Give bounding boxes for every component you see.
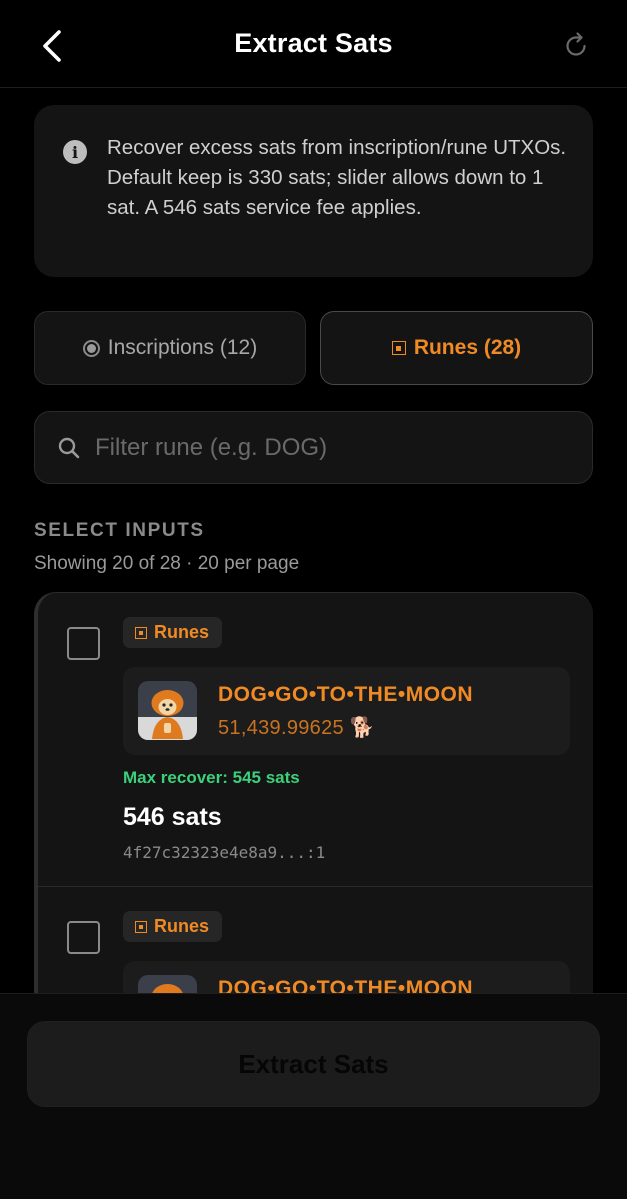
pagination-info: Showing 20 of 28 · 20 per page — [34, 553, 300, 574]
rune-icon — [391, 341, 406, 355]
info-text: Recover excess sats from inscription/run… — [107, 136, 567, 219]
asset-card: DOG•GO•TO•THE•MOON 51,439.99625 🐕 — [123, 667, 570, 755]
rune-name: DOG•GO•TO•THE•MOON — [218, 683, 474, 706]
input-list: Runes DOG•GO•TO•THE•MOON 51,439.99625 🐕 … — [34, 592, 593, 993]
tab-inscriptions[interactable]: Inscriptions (12) — [34, 311, 306, 385]
content-scroll[interactable]: i Recover excess sats from inscription/r… — [0, 89, 627, 993]
section-title: SELECT INPUTS — [34, 520, 205, 541]
tab-label: Runes (28) — [413, 336, 522, 359]
tab-label: Inscriptions (12) — [107, 336, 258, 359]
tab-runes[interactable]: Runes (28) — [320, 311, 593, 385]
rune-name: DOG•GO•TO•THE•MOON — [218, 977, 474, 993]
search-icon — [58, 437, 80, 459]
max-recover-label: Max recover: 545 sats — [123, 768, 300, 787]
select-checkbox[interactable] — [67, 921, 100, 954]
rune-icon — [135, 626, 147, 639]
asset-type-tabs: Inscriptions (12) Runes (28) — [34, 311, 593, 385]
rune-amount: 51,439.99625 🐕 — [218, 717, 376, 739]
type-badge: Runes — [123, 911, 223, 942]
footer-bar: Extract Sats — [0, 993, 627, 1199]
rune-avatar — [138, 681, 197, 740]
refresh-icon — [566, 32, 586, 56]
list-item[interactable]: Runes DOG•GO•TO•THE•MOON — [38, 887, 593, 993]
info-icon: i — [63, 140, 87, 164]
refresh-button[interactable] — [561, 30, 591, 62]
rune-icon — [135, 920, 147, 933]
sats-value: 546 sats — [123, 803, 222, 831]
info-banner: i Recover excess sats from inscription/r… — [34, 105, 593, 277]
page-title: Extract Sats — [234, 28, 393, 58]
asset-card: DOG•GO•TO•THE•MOON — [123, 961, 570, 993]
filter-search — [34, 411, 593, 484]
radio-icon — [82, 339, 100, 357]
app-header: Extract Sats — [0, 0, 627, 88]
type-badge: Runes — [123, 617, 223, 648]
extract-sats-button[interactable]: Extract Sats — [27, 1021, 600, 1107]
list-item[interactable]: Runes DOG•GO•TO•THE•MOON 51,439.99625 🐕 … — [38, 593, 593, 886]
rune-filter-input[interactable] — [95, 412, 575, 483]
select-checkbox[interactable] — [67, 627, 100, 660]
utxo-id: 4f27c32323e4e8a9...:1 — [123, 843, 326, 862]
rune-avatar — [138, 975, 197, 993]
